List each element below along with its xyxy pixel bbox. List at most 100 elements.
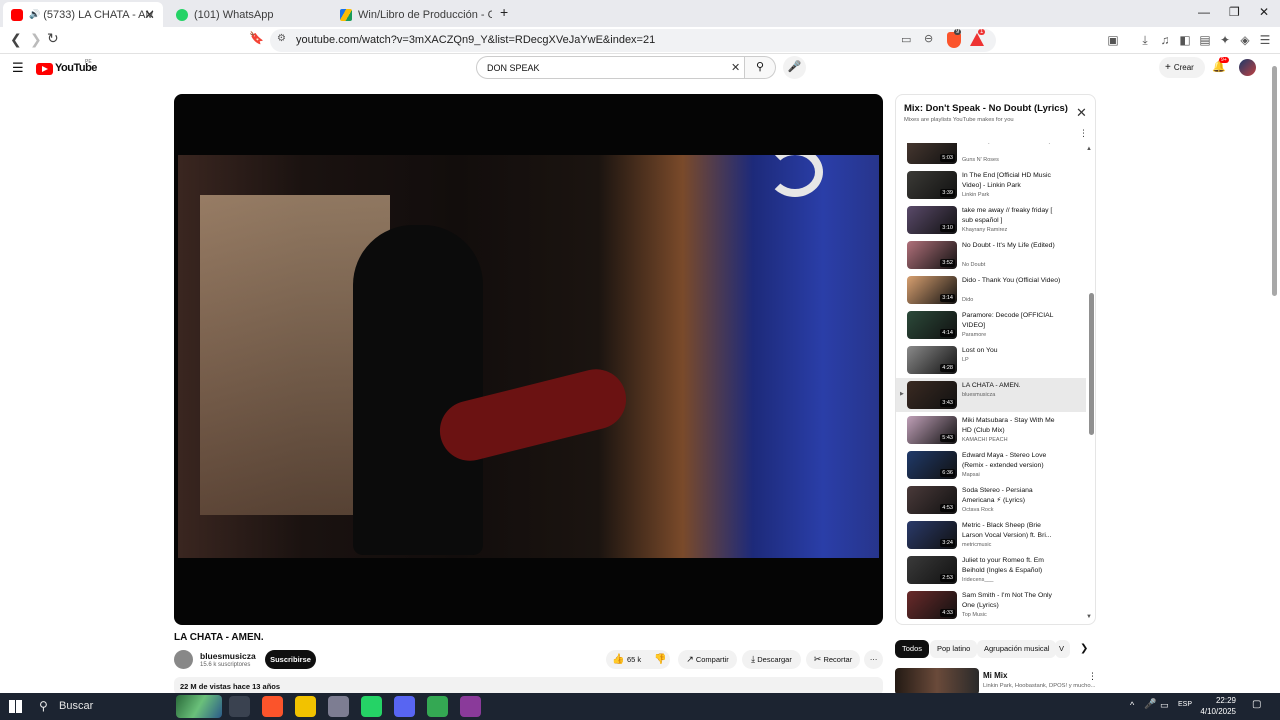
chip-agrupacion-musical[interactable]: Agrupación musical — [977, 640, 1057, 658]
playlist-item[interactable]: 3:14 Dido - Thank You (Official Video) Did… — [896, 273, 1086, 307]
dislike-icon[interactable]: 👎 — [654, 650, 666, 669]
chrome-icon[interactable] — [427, 696, 448, 717]
voice-search-button[interactable]: 🎤 — [783, 56, 806, 79]
playlist-item-thumbnail[interactable]: 4:28 — [907, 346, 957, 374]
playlist-item-thumbnail[interactable]: 4:14 — [907, 311, 957, 339]
discord-icon[interactable] — [394, 696, 415, 717]
reload-icon[interactable]: ↻ — [47, 30, 59, 47]
widgets-icon[interactable] — [176, 695, 222, 718]
playlist-item-thumbnail[interactable]: 5:43 — [907, 416, 957, 444]
playlist-item[interactable]: 2:53 Juliet to your Romeo ft. Em Beihold … — [896, 553, 1086, 587]
scroll-up-icon[interactable]: ▲ — [1086, 146, 1092, 152]
taskbar-clock[interactable]: 22:29 4/10/2025 — [1196, 695, 1236, 717]
mi-mix-title[interactable]: Mi Mix — [983, 671, 1007, 680]
clip-button[interactable]: ✂ Recortar — [806, 650, 860, 669]
minimize-window-icon[interactable]: — — [1198, 5, 1210, 19]
playlist-item[interactable]: 4:14 Paramore: Decode [OFFICIAL VIDEO] Par… — [896, 308, 1086, 342]
chips-next-icon[interactable]: ❯ — [1080, 643, 1088, 654]
playlist-item[interactable]: ▶ 3:43 LA CHATA - AMEN. bluesmusicza — [896, 378, 1086, 412]
bookmark-icon[interactable]: 🔖 — [249, 31, 264, 45]
playlist-item[interactable]: The Neighbourhood - Sweater Weather (Lyr… — [896, 623, 1086, 624]
close-playlist-icon[interactable]: ✕ — [1076, 105, 1087, 121]
task-view-icon[interactable] — [229, 696, 250, 717]
like-icon[interactable]: 👍 — [612, 650, 624, 669]
tab-youtube[interactable]: 🔊 (5733) LA CHATA - AMEN. - Y ✕ — [3, 2, 163, 27]
forward-icon[interactable]: ❯ — [30, 31, 42, 48]
wallet-icon[interactable]: ▤ — [1198, 33, 1212, 47]
playlist-item[interactable]: 3:24 Metric - Black Sheep (Brie Larson Vo… — [896, 518, 1086, 552]
playlist-item-thumbnail[interactable]: 4:53 — [907, 486, 957, 514]
channel-name[interactable]: bluesmusicza — [200, 651, 256, 661]
screen-cast-icon[interactable]: ▭ — [901, 33, 911, 46]
clear-search-icon[interactable]: ✕ — [731, 61, 740, 74]
playlist-scrollbar[interactable] — [1089, 293, 1094, 435]
brave-icon[interactable] — [262, 696, 283, 717]
playlist-item-thumbnail[interactable]: 3:24 — [907, 521, 957, 549]
playlist-item[interactable]: 4:53 Soda Stereo - Persiana Americana ⚡ (… — [896, 483, 1086, 517]
tab-whatsapp[interactable]: (101) WhatsApp — [168, 2, 328, 27]
more-actions-button[interactable]: ⋯ — [864, 650, 883, 669]
playlist-item-thumbnail[interactable]: 3:43 — [907, 381, 957, 409]
menu-icon[interactable]: ☰ — [1258, 33, 1272, 47]
chip-pop-latino[interactable]: Pop latino — [930, 640, 978, 658]
playlist-item[interactable]: 6:36 Edward Maya - Stereo Love (Remix - e… — [896, 448, 1086, 482]
share-button[interactable]: ↗ Compartir — [678, 650, 737, 669]
notification-center-icon[interactable]: ▢ — [1252, 699, 1261, 710]
download-button[interactable]: ⤓ Descargar — [742, 650, 801, 669]
playlist-item-thumbnail[interactable]: 2:53 — [907, 556, 957, 584]
language-indicator[interactable]: ESP — [1178, 701, 1192, 708]
playlist-item[interactable]: 5:43 Miki Matsubara - Stay With Me HD (Cl… — [896, 413, 1086, 447]
show-hidden-icons[interactable]: ^ — [1130, 700, 1134, 710]
split-view-icon[interactable]: ◧ — [1178, 33, 1192, 47]
playlist-item[interactable]: 3:10 take me away // freaky friday [ sub … — [896, 203, 1086, 237]
like-count[interactable]: 65 k — [627, 650, 641, 669]
sidebar-icon[interactable]: ▣ — [1106, 33, 1120, 47]
address-bar[interactable]: ⚙ youtube.com/watch?v=3mXACZQn9_Y&list=R… — [270, 29, 996, 52]
chip-partial[interactable]: V — [1055, 640, 1070, 658]
zoom-icon[interactable]: ⊖ — [924, 32, 933, 45]
mi-mix-menu-icon[interactable]: ⋮ — [1088, 671, 1097, 682]
playlist-item[interactable]: 4:33 Sam Smith - I'm Not The Only One (Ly… — [896, 588, 1086, 622]
close-window-icon[interactable]: ✕ — [1259, 5, 1269, 19]
network-icon[interactable]: ▭ — [1160, 700, 1169, 711]
account-avatar[interactable] — [1239, 59, 1256, 76]
scroll-down-icon[interactable]: ▼ — [1086, 614, 1092, 620]
playlist-item-thumbnail[interactable]: 4:33 — [907, 591, 957, 619]
playlist-menu-icon[interactable]: ⋮ — [1079, 128, 1088, 139]
back-icon[interactable]: ❮ — [10, 31, 22, 48]
playlist-item[interactable]: 3:52 No Doubt - It's My Life (Edited) No D… — [896, 238, 1086, 272]
site-settings-icon[interactable]: ⚙ — [277, 33, 286, 44]
chip-todos[interactable]: Todos — [895, 640, 930, 658]
playlist-item-thumbnail[interactable]: 3:10 — [907, 206, 957, 234]
taskbar-search[interactable]: ⚲ Buscar — [33, 694, 173, 719]
page-scrollbar[interactable] — [1272, 66, 1277, 296]
new-tab-button[interactable]: + — [500, 4, 508, 20]
leo-ai-icon[interactable]: ✦ — [1218, 33, 1232, 47]
create-button[interactable]: + Crear — [1159, 57, 1205, 78]
microphone-tray-icon[interactable]: 🎤 — [1144, 699, 1156, 710]
close-tab-icon[interactable]: ✕ — [144, 7, 155, 23]
playlist-item-thumbnail[interactable]: 3:52 — [907, 241, 957, 269]
playlist-item-thumbnail[interactable]: 5:03 — [907, 143, 957, 164]
file-explorer-icon[interactable] — [295, 696, 316, 717]
playlist-item-thumbnail[interactable]: 6:36 — [907, 451, 957, 479]
vpn-icon[interactable]: ◈ — [1238, 33, 1252, 47]
playlist-item[interactable]: 4:28 Lost on You LP — [896, 343, 1086, 377]
restore-window-icon[interactable]: ❐ — [1229, 5, 1240, 19]
music-icon[interactable]: ♫ — [1158, 33, 1172, 47]
hamburger-menu-icon[interactable]: ☰ — [12, 60, 24, 76]
search-button[interactable]: ⚲ — [745, 56, 776, 79]
video-player[interactable] — [174, 94, 883, 625]
whatsapp-app-icon[interactable] — [361, 696, 382, 717]
tab-google-drive[interactable]: Win/Libro de Producción - Google D — [332, 2, 492, 27]
channel-avatar[interactable] — [174, 650, 193, 669]
downloads-icon[interactable]: ⤓ — [1138, 33, 1152, 47]
youtube-logo-icon[interactable] — [36, 63, 53, 75]
playlist-item-thumbnail[interactable]: 3:14 — [907, 276, 957, 304]
mi-mix-thumbnail[interactable] — [895, 668, 979, 695]
windows-start-icon[interactable] — [9, 700, 22, 713]
app-gray-icon[interactable] — [328, 696, 349, 717]
subscribe-button[interactable]: Suscribirse — [265, 650, 316, 669]
playlist-item[interactable]: 5:03 O' Mine (Official Music Video) Guns N… — [896, 143, 1086, 167]
search-input[interactable]: DON SPEAK ✕ — [476, 56, 745, 79]
